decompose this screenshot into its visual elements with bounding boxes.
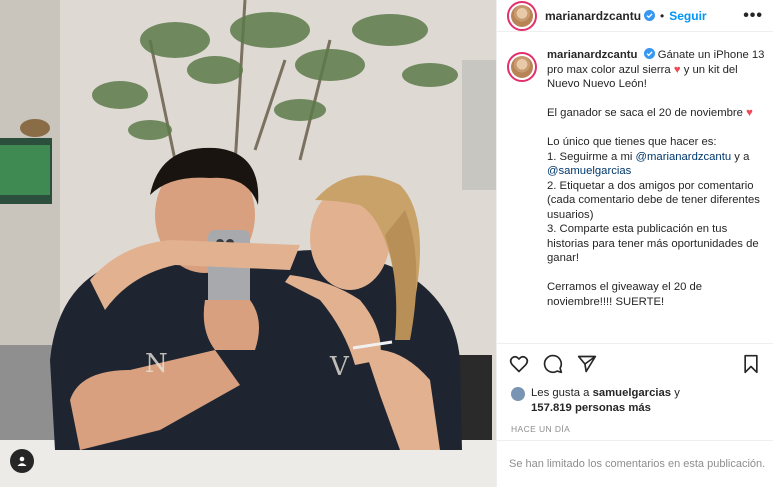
- action-bar: [507, 351, 763, 377]
- verified-badge-icon: [644, 10, 656, 21]
- likes-count[interactable]: 157.819 personas más: [531, 402, 651, 414]
- caption-avatar[interactable]: [507, 52, 537, 82]
- user-tag-icon[interactable]: [10, 449, 34, 473]
- caption-line: El ganador se saca el 20 de noviembre: [547, 107, 743, 119]
- more-options-icon[interactable]: •••: [743, 7, 763, 24]
- avatar[interactable]: [507, 0, 537, 31]
- caption-line: 1. Seguirme a mi: [547, 150, 633, 163]
- verified-badge-icon: [643, 48, 655, 59]
- heart-emoji-icon: ♥: [746, 107, 753, 119]
- caption-area: marianardzcantu Gánate un iPhone 13 pro …: [507, 48, 765, 338]
- username-link[interactable]: marianardzcantu: [545, 9, 641, 23]
- liker-username[interactable]: samuelgarcias: [593, 387, 672, 399]
- caption-line: 2. Etiquetar a dos amigos por comentario…: [547, 179, 760, 221]
- caption-line: Cerramos el giveaway el 20 de noviembre!…: [547, 281, 703, 308]
- heart-outline-icon[interactable]: [507, 352, 531, 376]
- paper-plane-icon[interactable]: [575, 352, 599, 376]
- likes-summary: Les gusta a samuelgarcias y 157.819 pers…: [511, 386, 763, 416]
- separator-dot: •: [660, 8, 665, 23]
- likes-connector: y: [674, 387, 680, 399]
- comments-disabled-notice: Se han limitado los comentarios en esta …: [497, 440, 773, 487]
- caption-line: 3. Comparte esta publicación en tus hist…: [547, 223, 759, 264]
- liker-avatar[interactable]: [511, 387, 525, 401]
- post-header: marianardzcantu • Seguir •••: [497, 0, 773, 32]
- follow-button[interactable]: Seguir: [669, 9, 706, 23]
- mention-link[interactable]: @marianardzcantu: [636, 151, 732, 163]
- caption-line: Lo único que tienes que hacer es:: [547, 136, 717, 148]
- heart-emoji-icon: ♥: [673, 63, 681, 76]
- svg-text:N: N: [145, 349, 168, 379]
- mention-link[interactable]: @samuelgarcias: [547, 165, 631, 177]
- bookmark-icon[interactable]: [739, 352, 763, 376]
- divider: [497, 343, 773, 344]
- comment-bubble-icon[interactable]: [541, 352, 565, 376]
- post-photo[interactable]: N V: [0, 0, 496, 487]
- post-timestamp[interactable]: HACE UN DÍA: [511, 424, 570, 434]
- caption-text: marianardzcantu Gánate un iPhone 13 pro …: [547, 48, 765, 338]
- svg-text:V: V: [329, 352, 350, 382]
- likes-prefix: Les gusta a: [531, 387, 590, 399]
- caption-line: y a: [734, 150, 750, 163]
- caption-username[interactable]: marianardzcantu: [547, 49, 637, 61]
- photo-illustration: N V: [0, 0, 496, 487]
- post-side-panel: marianardzcantu • Seguir ••• marianardzc…: [496, 0, 773, 487]
